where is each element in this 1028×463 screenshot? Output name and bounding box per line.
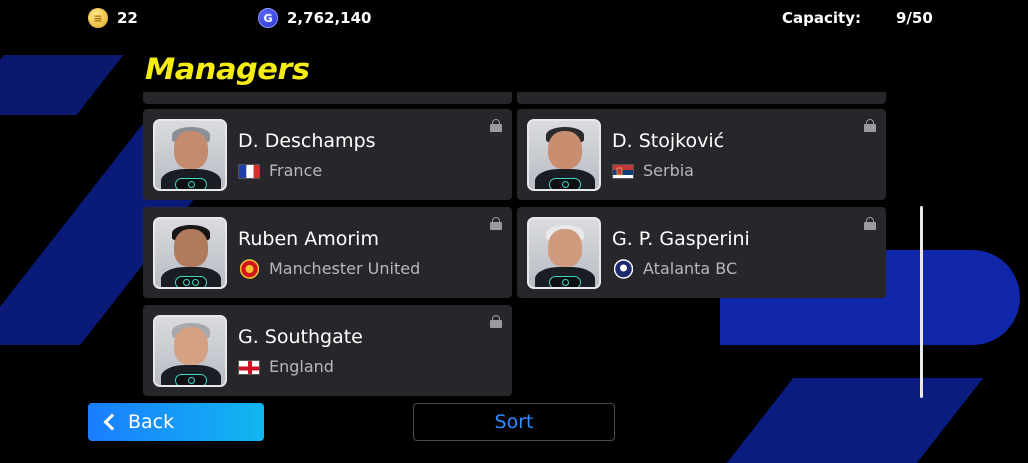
- flag-england-icon: [238, 360, 260, 375]
- manager-team: Serbia: [643, 161, 694, 180]
- manager-team: France: [269, 161, 323, 180]
- lock-icon: [864, 217, 876, 230]
- manager-name: G. P. Gasperini: [612, 228, 750, 250]
- manager-card[interactable]: D. Deschamps France: [143, 109, 512, 200]
- manager-portrait: [527, 119, 601, 191]
- flag-france-icon: [238, 164, 260, 179]
- back-button-label: Back: [128, 411, 175, 433]
- manager-portrait: [527, 217, 601, 289]
- lock-icon: [864, 119, 876, 132]
- manager-card-partial[interactable]: [517, 92, 886, 104]
- back-button[interactable]: Back: [88, 403, 264, 441]
- manager-card-partial[interactable]: [143, 92, 512, 104]
- manager-card[interactable]: G. Southgate England: [143, 305, 512, 396]
- manager-portrait: [153, 119, 227, 191]
- manager-team: Manchester United: [269, 259, 421, 278]
- lock-icon: [490, 119, 502, 132]
- manager-card[interactable]: Ruben Amorim Manchester United: [143, 207, 512, 298]
- skill-badge-icon: [175, 374, 207, 385]
- sort-button[interactable]: Sort: [413, 403, 615, 441]
- manager-name: G. Southgate: [238, 326, 363, 348]
- gp-coin-icon: G: [258, 8, 278, 28]
- gp-value: 2,762,140: [287, 9, 372, 27]
- background-stripe: [0, 55, 124, 115]
- manager-card[interactable]: D. Stojković Serbia: [517, 109, 886, 200]
- flag-serbia-icon: [612, 164, 634, 179]
- manager-name: D. Stojković: [612, 130, 725, 152]
- page-title: Managers: [145, 52, 310, 86]
- chevron-left-icon: [103, 413, 121, 431]
- capacity-label: Capacity:: [782, 9, 861, 27]
- skill-badge-icon: [175, 178, 207, 189]
- manager-name: Ruben Amorim: [238, 228, 379, 250]
- manager-team: Atalanta BC: [643, 259, 738, 278]
- manager-portrait: [153, 217, 227, 289]
- scrollbar[interactable]: [920, 206, 923, 398]
- coins-value: 22: [117, 9, 138, 27]
- capacity-value: 9/50: [896, 9, 933, 27]
- skill-badge-icon: [549, 276, 581, 287]
- skill-badge-icon: [175, 276, 207, 287]
- sort-button-label: Sort: [494, 411, 534, 433]
- lock-icon: [490, 217, 502, 230]
- manchester-united-crest-icon: [239, 259, 260, 279]
- manager-team: England: [269, 357, 334, 376]
- manager-list[interactable]: D. Deschamps France D. Stojković Serbia …: [143, 92, 888, 398]
- lock-icon: [490, 315, 502, 328]
- top-bar: ≡ 22 G 2,762,140 Capacity: 9/50: [0, 0, 1028, 36]
- manager-portrait: [153, 315, 227, 387]
- skill-badge-icon: [549, 178, 581, 189]
- atalanta-crest-icon: [613, 259, 634, 279]
- manager-card[interactable]: G. P. Gasperini Atalanta BC: [517, 207, 886, 298]
- gold-coin-icon: ≡: [88, 8, 108, 28]
- manager-name: D. Deschamps: [238, 130, 376, 152]
